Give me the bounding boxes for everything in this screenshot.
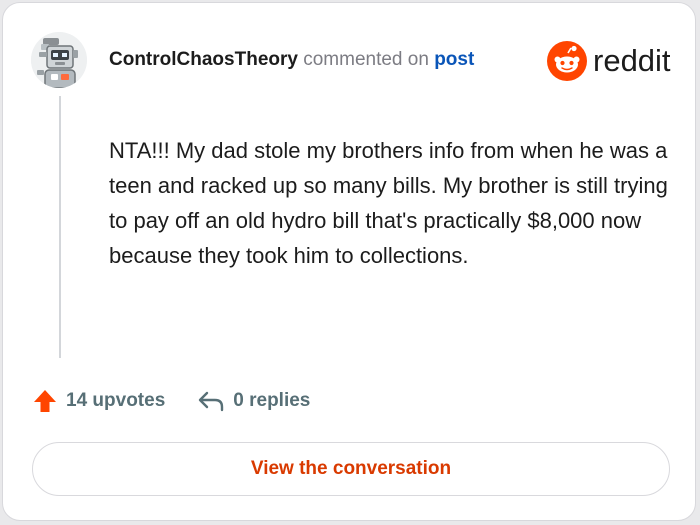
post-link[interactable]: post <box>434 49 474 70</box>
upvotes-count: 14 upvotes <box>66 390 166 411</box>
action-text: commented on <box>303 49 429 70</box>
comment-footer: 14 upvotes 0 replies <box>32 384 310 418</box>
upvotes-stat[interactable]: 14 upvotes <box>32 388 165 414</box>
reddit-logo[interactable]: reddit <box>547 40 671 82</box>
reply-arrow-icon <box>199 391 224 412</box>
reddit-wordmark: reddit <box>593 43 671 78</box>
view-conversation-button[interactable]: View the conversation <box>32 442 670 496</box>
username-link[interactable]: ControlChaosTheory <box>109 49 298 70</box>
avatar[interactable] <box>31 32 87 88</box>
replies-count: 0 replies <box>233 390 311 411</box>
comment-body: NTA!!! My dad stole my brothers info fro… <box>109 138 668 268</box>
comment-header: ControlChaosTheory commented on post <box>109 47 474 73</box>
embedded-comment-card: ControlChaosTheory commented on post red… <box>2 2 696 521</box>
replies-stat[interactable]: 0 replies <box>197 389 310 413</box>
reddit-snoo-icon <box>547 41 587 81</box>
upvote-arrow-icon <box>34 390 56 412</box>
thread-line <box>59 96 61 358</box>
robot-avatar-icon <box>31 32 87 88</box>
